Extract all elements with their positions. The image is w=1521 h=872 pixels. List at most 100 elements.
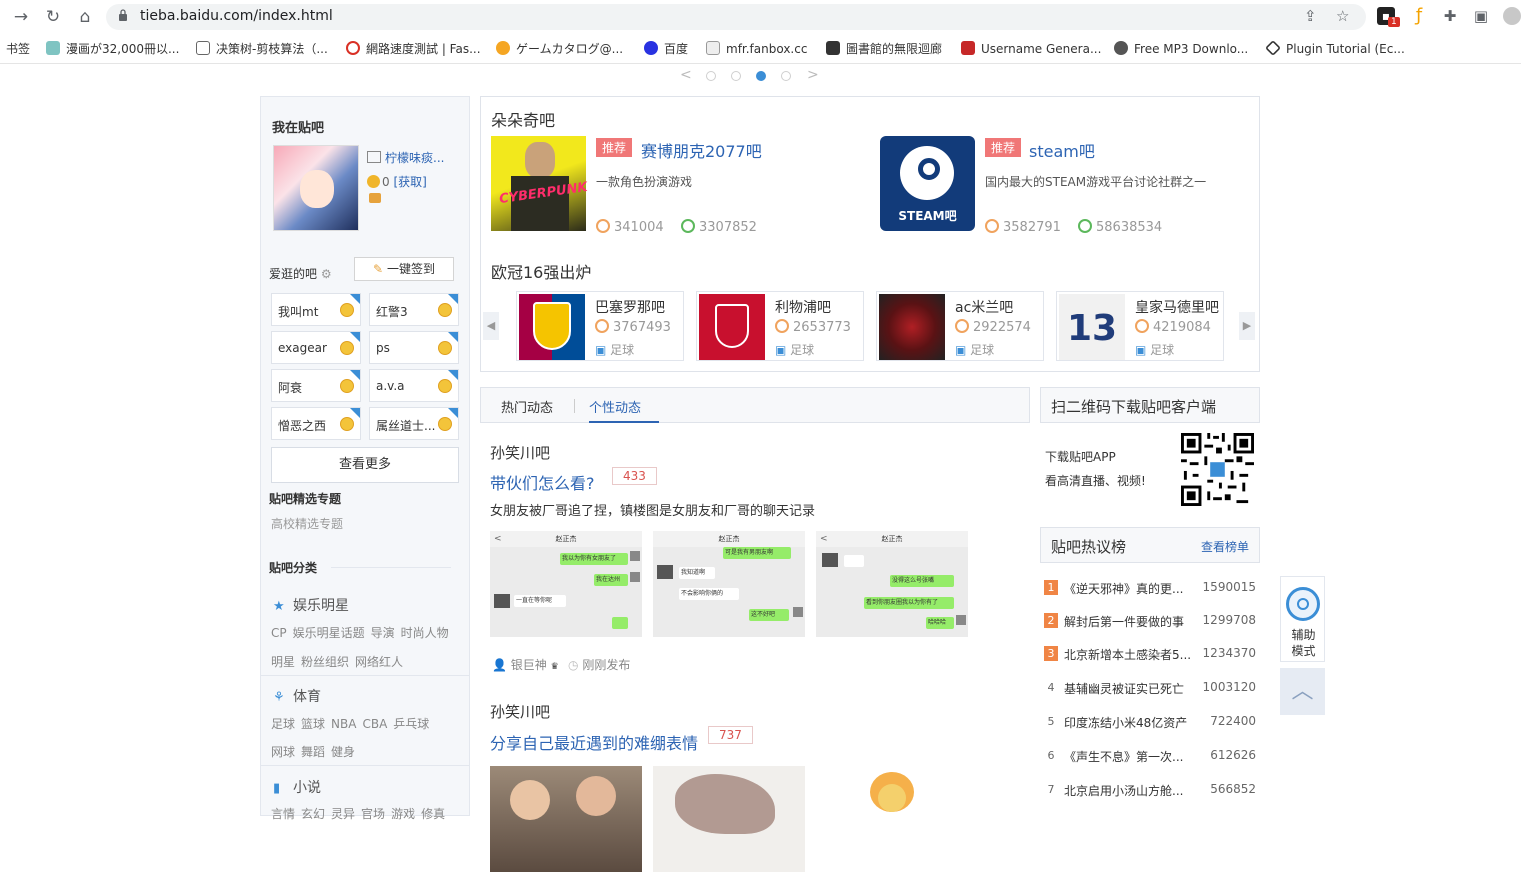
- post-image[interactable]: 赵正杰 可是我有男朋友啊 我知道啊 不会影响你俩的 这不好吧: [653, 531, 805, 637]
- post-forum-name[interactable]: 孙笑川吧: [490, 701, 550, 722]
- bookmark-item[interactable]: 圖書館的無限迴廊: [826, 40, 942, 58]
- forum-tile[interactable]: a.v.a: [369, 369, 459, 402]
- tab-personal[interactable]: 个性动态: [589, 397, 641, 416]
- forum-tile[interactable]: exagear: [271, 331, 361, 364]
- category-link[interactable]: 健身: [331, 745, 355, 759]
- club-card[interactable]: 巴塞罗那吧 3767493 ▣ 足球: [516, 291, 684, 361]
- carousel-prev-icon[interactable]: <: [680, 67, 692, 83]
- post-image[interactable]: [490, 766, 642, 872]
- puzzle-icon[interactable]: ✚: [1441, 7, 1459, 25]
- category-link[interactable]: 网球: [271, 745, 295, 759]
- featured-link[interactable]: 高校精选专题: [271, 515, 343, 532]
- post-image[interactable]: [653, 766, 805, 872]
- clubs-prev-icon[interactable]: ◀: [483, 312, 499, 340]
- post-forum-name[interactable]: 孙笑川吧: [490, 442, 550, 463]
- club-name[interactable]: ac米兰吧: [955, 297, 1013, 317]
- reload-icon[interactable]: ↻: [42, 6, 64, 28]
- post-author[interactable]: 👤 银巨神 ♛: [492, 656, 559, 673]
- category-link[interactable]: 明星: [271, 655, 295, 669]
- hot-topic-row[interactable]: 6 《声生不息》第一次... 612626: [1040, 746, 1260, 766]
- category-sports[interactable]: ⚘ 体育: [273, 686, 321, 706]
- category-link[interactable]: 时尚人物: [401, 626, 449, 640]
- category-link[interactable]: 乒乓球: [393, 717, 429, 731]
- hot-topic-row[interactable]: 3 北京新增本土感染者5... 1234370: [1040, 644, 1260, 664]
- hot-topic-row[interactable]: 5 印度冻结小米48亿资产 722400: [1040, 712, 1260, 732]
- carousel-next-icon[interactable]: >: [807, 67, 819, 83]
- category-link[interactable]: 篮球: [301, 717, 325, 731]
- category-link[interactable]: 粉丝组织: [301, 655, 349, 669]
- post-image[interactable]: [816, 766, 968, 872]
- category-link[interactable]: 修真: [421, 807, 445, 821]
- url-text[interactable]: tieba.baidu.com/index.html: [140, 8, 333, 24]
- category-link[interactable]: 娱乐明星话题: [293, 626, 365, 640]
- club-card[interactable]: 13 皇家马德里吧 4219084 ▣ 足球: [1056, 291, 1224, 361]
- category-link[interactable]: 灵异: [331, 807, 355, 821]
- category-link[interactable]: 舞蹈: [301, 745, 325, 759]
- avatar[interactable]: [273, 145, 359, 231]
- steam-cover-image[interactable]: STEAM吧: [880, 136, 975, 231]
- post-image[interactable]: 赵正杰 < 没得这么号张嘴 看到你朋友圈我以为你有了 哈哈哈: [816, 531, 968, 637]
- view-ranking-link[interactable]: 查看榜单: [1201, 538, 1249, 555]
- profile-avatar[interactable]: [1503, 7, 1521, 25]
- clubs-next-icon[interactable]: ▶: [1239, 312, 1255, 340]
- category-link[interactable]: CP: [271, 626, 287, 640]
- category-link[interactable]: 官场: [361, 807, 385, 821]
- category-entertainment[interactable]: ★ 娱乐明星: [273, 595, 349, 615]
- username[interactable]: 柠檬味痰...: [367, 149, 444, 166]
- forum-tile[interactable]: 我叫mt: [271, 293, 361, 326]
- post-image[interactable]: 赵正杰 < 我以为你有女朋友了 我在达州 一直在等你呢: [490, 531, 642, 637]
- extension-orange-icon[interactable]: ƒ: [1410, 7, 1428, 25]
- category-link[interactable]: NBA: [331, 717, 356, 731]
- club-name[interactable]: 巴塞罗那吧: [595, 297, 665, 317]
- home-icon[interactable]: ⌂: [74, 6, 96, 28]
- hot-topic-row[interactable]: 7 北京启用小汤山方舱... 566852: [1040, 780, 1260, 800]
- carousel-dot[interactable]: [781, 71, 791, 81]
- club-name[interactable]: 利物浦吧: [775, 297, 831, 317]
- club-name[interactable]: 皇家马德里吧: [1135, 297, 1219, 317]
- address-bar[interactable]: tieba.baidu.com/index.html ⇪ ☆: [106, 4, 1366, 30]
- forum-name-link[interactable]: steam吧: [1029, 138, 1095, 162]
- view-more-button[interactable]: 查看更多: [271, 447, 459, 483]
- post-title[interactable]: 带伙们怎么看?: [490, 470, 595, 494]
- club-card[interactable]: 利物浦吧 2653773 ▣ 足球: [696, 291, 864, 361]
- category-link[interactable]: 足球: [271, 717, 295, 731]
- hot-topic-row[interactable]: 1 《逆天邪神》真的更... 1590015: [1040, 578, 1260, 598]
- bookmark-item[interactable]: 决策树-剪枝算法（...: [196, 40, 328, 58]
- post-title[interactable]: 分享自己最近遇到的难绷表情: [490, 730, 698, 754]
- carousel-dot-active[interactable]: [756, 71, 766, 81]
- carousel-dot[interactable]: [706, 71, 716, 81]
- category-novel[interactable]: ▮ 小说: [273, 777, 321, 797]
- share-icon[interactable]: ⇪: [1304, 7, 1317, 25]
- bookmark-item[interactable]: mfr.fanbox.cc: [706, 40, 807, 58]
- cyberpunk-cover-image[interactable]: CYBERPUNK: [491, 136, 588, 231]
- bookmark-item[interactable]: 漫画が32,000冊以...: [46, 40, 179, 58]
- category-link[interactable]: 玄幻: [301, 807, 325, 821]
- qr-code-image[interactable]: [1181, 433, 1254, 506]
- bookmark-item[interactable]: ゲームカタログ@...: [496, 40, 623, 58]
- gear-icon[interactable]: ⚙: [321, 267, 332, 281]
- page-scrollbar[interactable]: [1517, 64, 1521, 811]
- tab-hot[interactable]: 热门动态: [501, 397, 553, 416]
- bookmark-item[interactable]: 網路速度測試 | Fas...: [346, 40, 481, 58]
- one-click-sign-button[interactable]: ✎ 一键签到: [354, 257, 454, 281]
- forum-tile[interactable]: 憎恶之西: [271, 407, 361, 440]
- bookmark-item[interactable]: 百度: [644, 40, 688, 58]
- bookmark-star-icon[interactable]: ☆: [1336, 7, 1349, 25]
- forum-tile[interactable]: 红警3: [369, 293, 459, 326]
- category-link[interactable]: 游戏: [391, 807, 415, 821]
- forward-arrow-icon[interactable]: →: [10, 6, 32, 28]
- hot-topic-row[interactable]: 2 解封后第一件要做的事 1299708: [1040, 611, 1260, 631]
- forum-tile[interactable]: 属丝道士...: [369, 407, 459, 440]
- carousel-dot[interactable]: [731, 71, 741, 81]
- side-panel-icon[interactable]: ▣: [1472, 7, 1490, 25]
- bookmark-item[interactable]: Username Genera...: [961, 40, 1101, 58]
- category-link[interactable]: CBA: [362, 717, 387, 731]
- assist-mode-button[interactable]: 辅助 模式: [1280, 576, 1325, 662]
- back-to-top-button[interactable]: ︿: [1280, 668, 1325, 715]
- category-link[interactable]: 网络红人: [355, 655, 403, 669]
- category-link[interactable]: 导演: [371, 626, 395, 640]
- bookmark-item[interactable]: Plugin Tutorial (Ec...: [1265, 40, 1405, 58]
- get-coins-link[interactable]: [获取]: [393, 175, 426, 189]
- forum-name-link[interactable]: 赛博朋克2077吧: [641, 138, 762, 162]
- hot-topic-row[interactable]: 4 基辅幽灵被证实已死亡 1003120: [1040, 678, 1260, 698]
